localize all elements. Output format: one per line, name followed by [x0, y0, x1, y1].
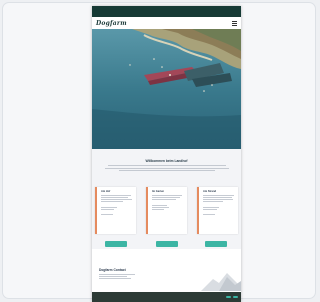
hero-image — [92, 29, 241, 149]
room-details-button[interactable] — [205, 241, 227, 247]
contact-section: Dogfarm Contact — [92, 249, 241, 291]
room-title: Im Garten — [152, 190, 165, 193]
room-card: Am Strand — [197, 187, 238, 234]
cookie-accept-button[interactable] — [226, 296, 231, 298]
site-logo[interactable]: Dogfarm — [96, 20, 127, 27]
room-title: Am Strand — [203, 190, 217, 193]
room-title: Am Hof — [101, 190, 111, 193]
cookie-banner — [92, 292, 241, 302]
room-details-button[interactable] — [156, 241, 178, 247]
room-card: Im Garten — [146, 187, 187, 234]
contact-image — [201, 273, 241, 291]
room-card: Am Hof — [95, 187, 136, 234]
hamburger-menu-icon[interactable] — [232, 20, 237, 26]
top-bar — [92, 6, 241, 17]
page-preview[interactable]: Dogfarm Willkommen beim Landhof Am Hof I… — [92, 6, 241, 302]
intro-section: Willkommen beim Landhof — [92, 149, 241, 187]
site-header: Dogfarm — [92, 17, 241, 29]
rooms-section: Am Hof Im Garten Am Strand — [92, 187, 241, 249]
room-details-button[interactable] — [105, 241, 127, 247]
intro-title: Willkommen beim Landhof — [145, 159, 188, 163]
cookie-decline-button[interactable] — [233, 296, 238, 298]
